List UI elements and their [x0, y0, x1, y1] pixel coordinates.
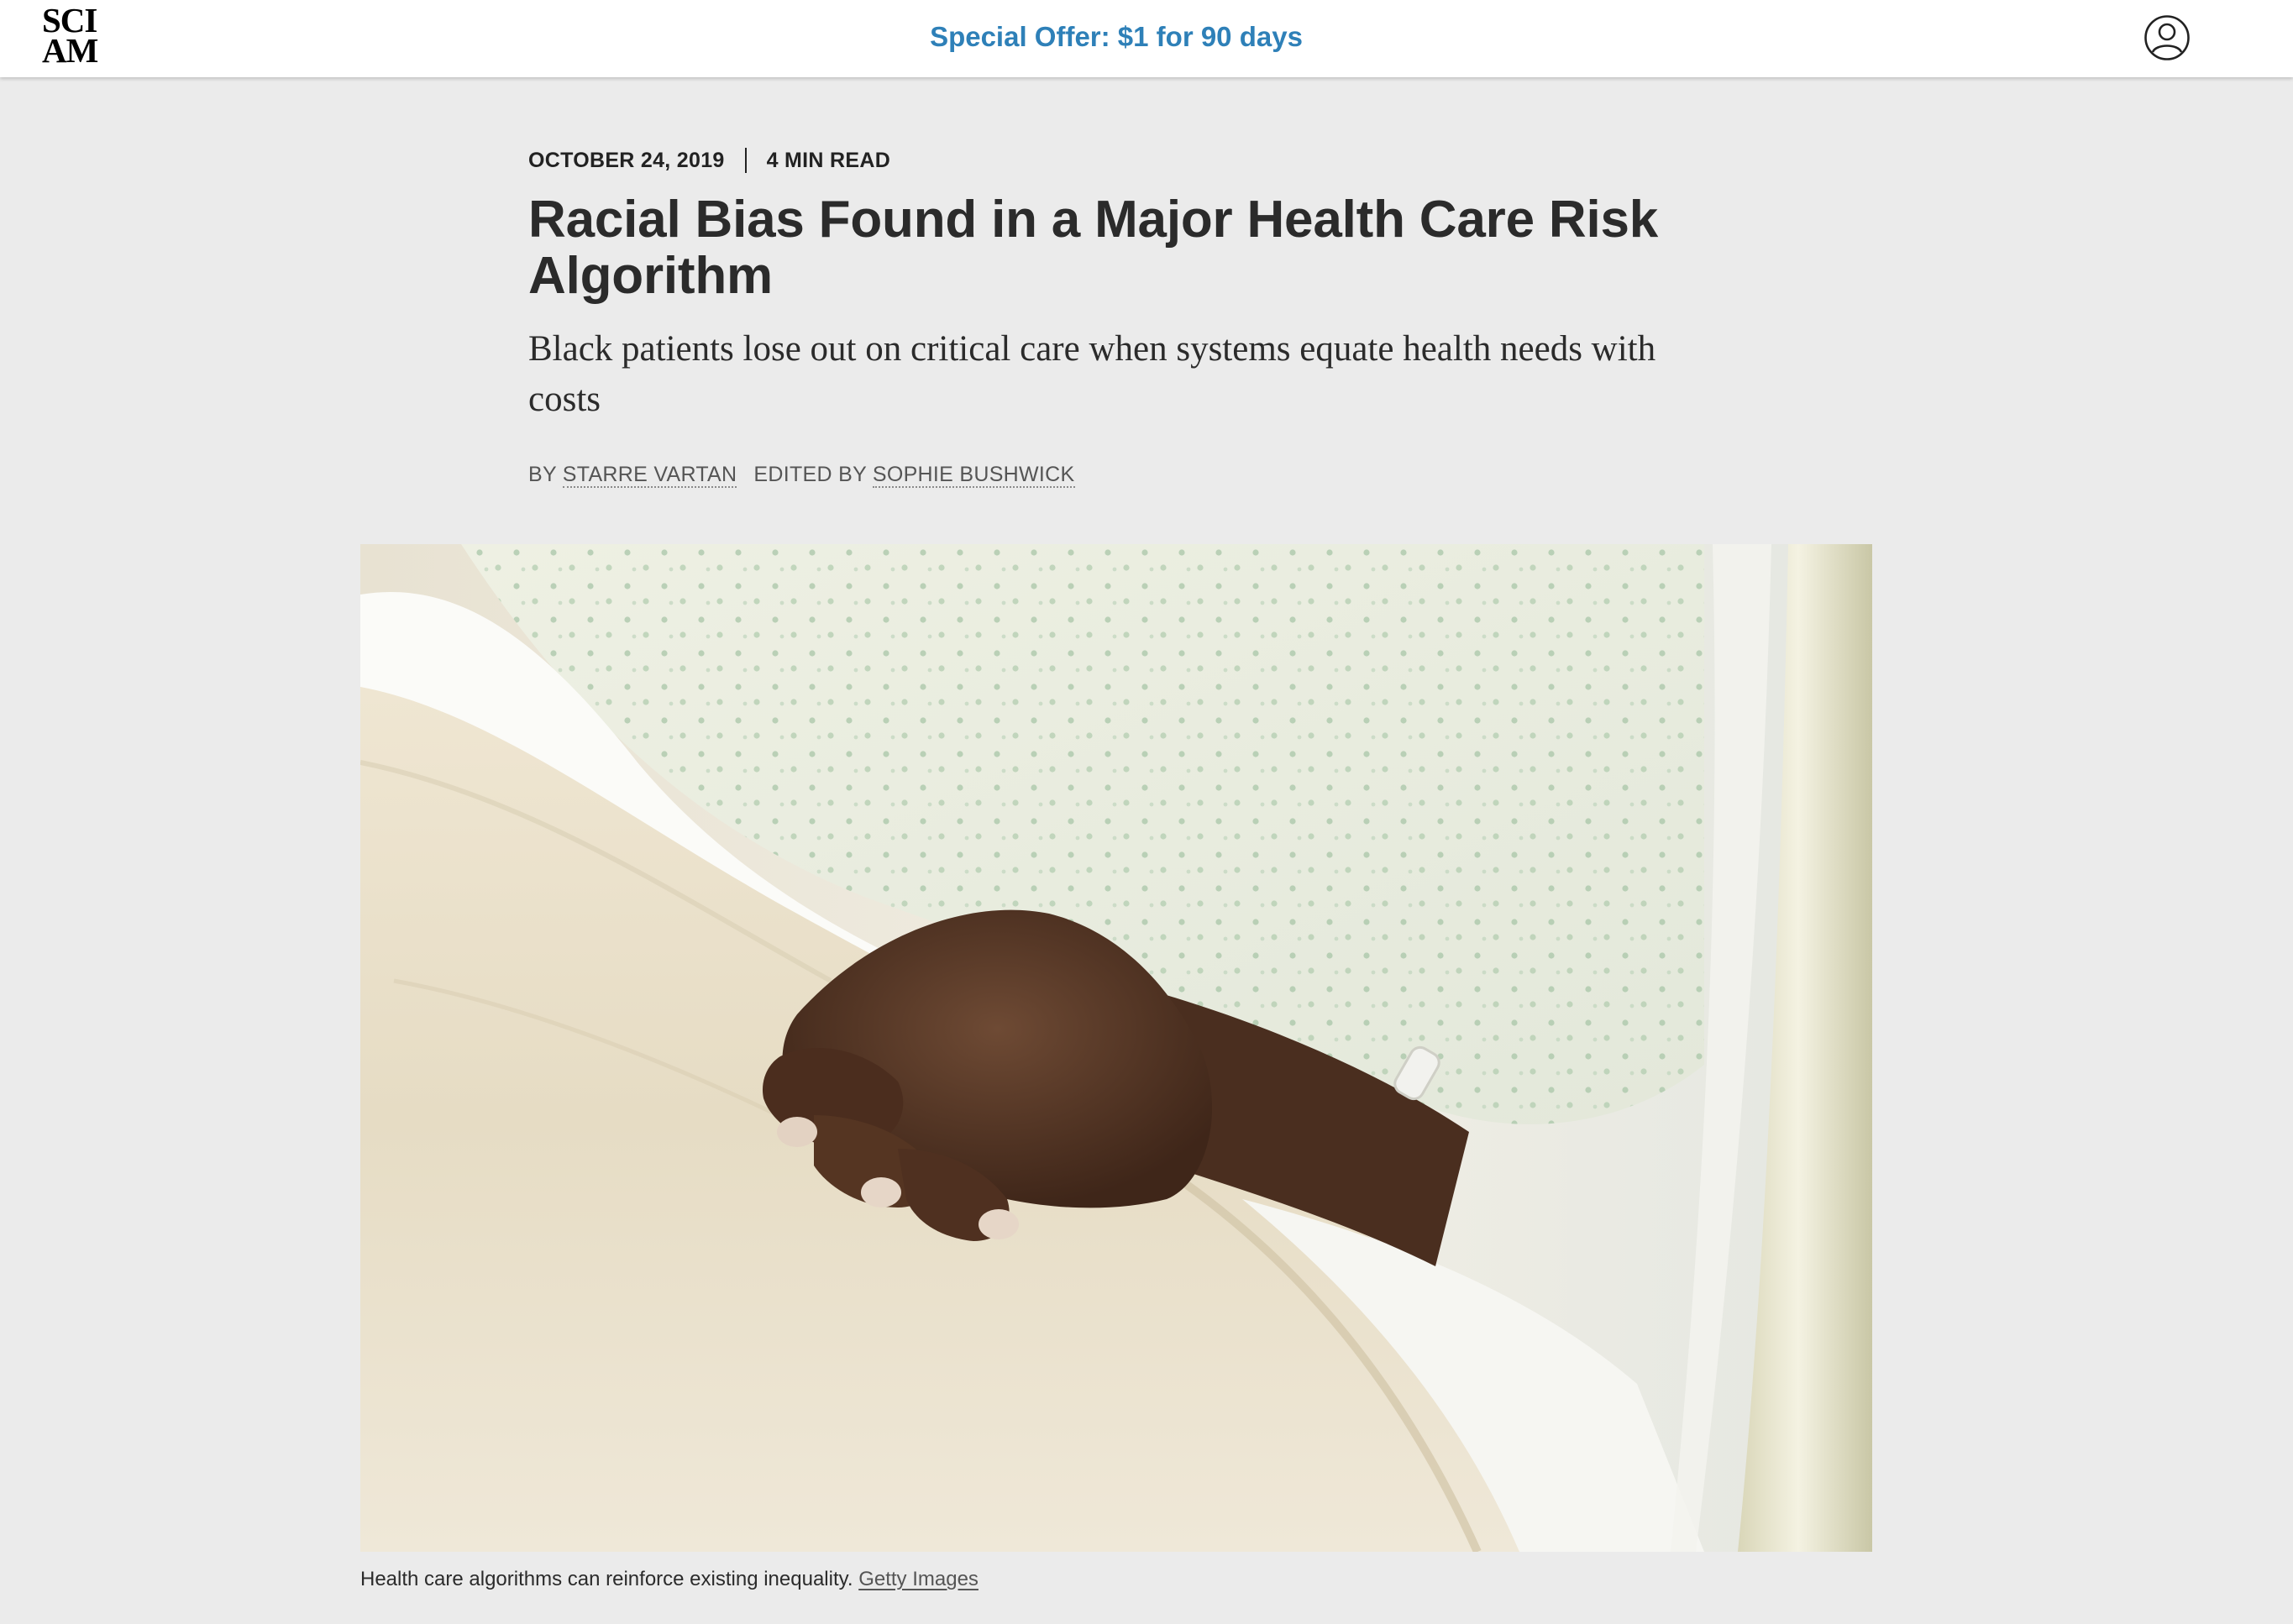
- article-title: Racial Bias Found in a Major Health Care…: [528, 191, 1659, 305]
- user-circle-icon: [2144, 15, 2190, 60]
- editor-link[interactable]: SOPHIE BUSHWICK: [872, 463, 1075, 488]
- hero-image: [360, 544, 1872, 1552]
- article-meta: OCTOBER 24, 2019 4 MIN READ: [528, 134, 1721, 186]
- bylines: BY STARRE VARTAN EDITED BY SOPHIE BUSHWIC…: [528, 462, 1721, 488]
- hospital-bed-hand-illustration: [360, 544, 1872, 1552]
- by-label: BY: [528, 463, 557, 486]
- publish-date: OCTOBER 24, 2019: [528, 149, 725, 172]
- caption-text: Health care algorithms can reinforce exi…: [360, 1568, 853, 1590]
- site-header: SCI AM Special Offer: $1 for 90 days: [0, 0, 2293, 77]
- article-header: OCTOBER 24, 2019 4 MIN READ Racial Bias …: [528, 134, 1721, 488]
- read-time: 4 MIN READ: [766, 149, 891, 172]
- hero-caption: Health care algorithms can reinforce exi…: [360, 1567, 979, 1592]
- account-button[interactable]: [2143, 14, 2191, 61]
- edited-by-label: EDITED BY: [753, 463, 867, 486]
- author-link[interactable]: STARRE VARTAN: [562, 463, 737, 488]
- photo-credit-link[interactable]: Getty Images: [858, 1568, 979, 1590]
- special-offer-link[interactable]: Special Offer: $1 for 90 days: [0, 20, 2233, 54]
- article-dek: Black patients lose out on critical care…: [528, 329, 1656, 419]
- meta-divider: [744, 148, 747, 173]
